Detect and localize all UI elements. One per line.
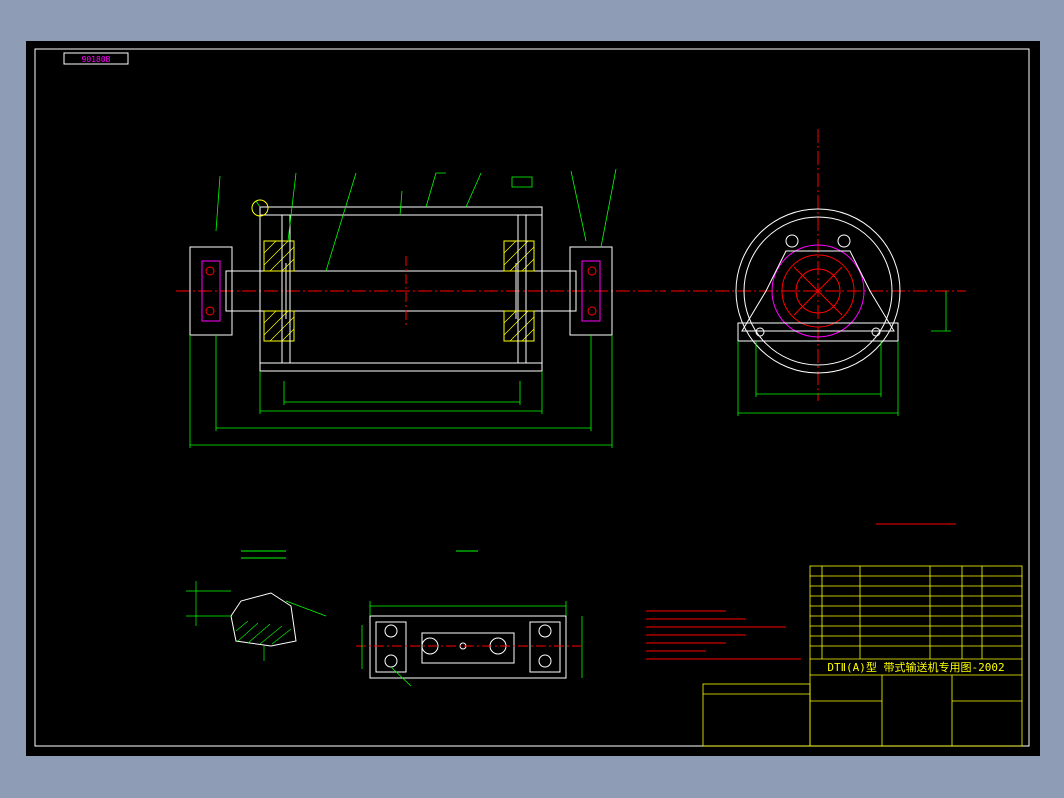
- cad-drawing: 90180B DTⅡ(A)型 带式输送机专用图-2002: [34, 48, 1030, 747]
- drawing-canvas: 90180B DTⅡ(A)型 带式输送机专用图-2002: [26, 41, 1040, 756]
- weld-detail: [186, 550, 327, 661]
- code-box-text: 90180B: [82, 55, 111, 64]
- tech-notes: [646, 523, 956, 660]
- outer-frame: [34, 48, 1030, 747]
- title-main: DTⅡ(A)型 带式输送机专用图-2002: [827, 660, 1004, 674]
- end-view: [671, 129, 966, 416]
- title-block: [702, 565, 1023, 747]
- shell-top: [259, 206, 543, 216]
- bearing-seat-plan: [356, 550, 583, 687]
- drum-elevation: [176, 168, 666, 448]
- shell-bottom: [259, 362, 543, 372]
